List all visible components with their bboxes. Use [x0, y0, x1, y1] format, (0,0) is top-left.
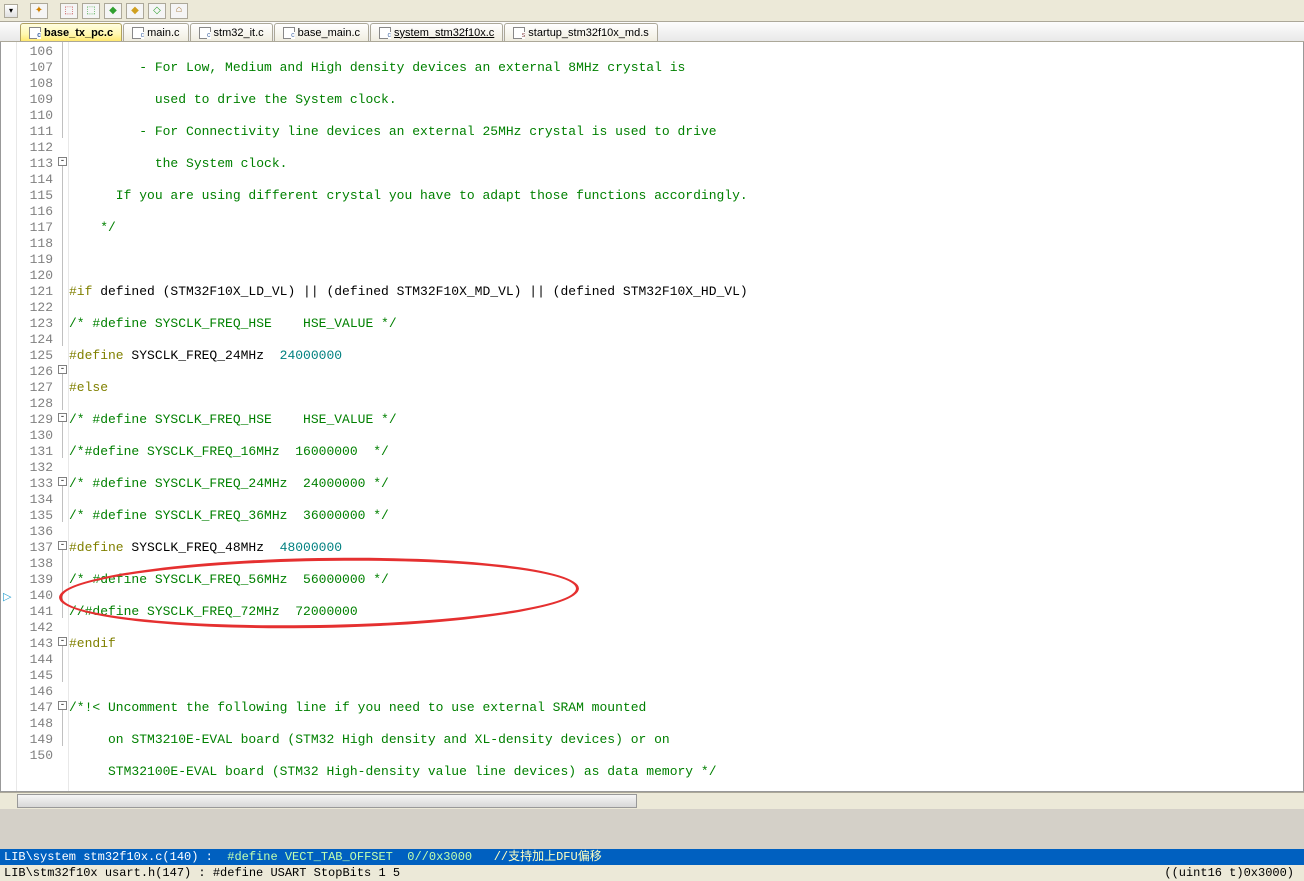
code-text [69, 668, 1303, 684]
fold-toggle[interactable]: - [58, 701, 67, 710]
fold-toggle[interactable]: - [58, 157, 67, 166]
c-file-icon [29, 27, 41, 39]
line-number-gutter: 106 107 108 109 110 111 112 113 114 115 … [17, 42, 57, 791]
code-text: - For Low, Medium and High density devic… [69, 60, 685, 75]
fold-gutter: - - - - - - - [57, 42, 69, 791]
code-text: defined (STM32F10X_LD_VL) || (defined ST… [92, 284, 747, 299]
status-path: LIB\system stm32f10x.c(140) : [4, 850, 227, 864]
code-text: #define [69, 348, 124, 363]
code-text: STM32100E-EVAL board (STM32 High-density… [69, 764, 717, 779]
home-icon[interactable]: ⌂ [170, 3, 188, 19]
tree-green-icon[interactable]: ⬚ [82, 3, 100, 19]
tab-label: base_tx_pc.c [44, 27, 113, 39]
code-text: 48000000 [280, 540, 342, 555]
code-editor[interactable]: ▷ 106 107 108 109 110 111 112 113 114 11… [0, 42, 1304, 792]
code-text: /*!< Uncomment the following line if you… [69, 700, 646, 715]
code-text: the System clock. [69, 156, 287, 171]
panel-gap [0, 809, 1304, 849]
status-right: ((uint16 t)0x3000) [1164, 865, 1294, 881]
fold-toggle[interactable]: - [58, 637, 67, 646]
tree-red-icon[interactable]: ⬚ [60, 3, 78, 19]
tab-label: base_main.c [298, 27, 360, 39]
bookmark-marker[interactable]: ▷ [3, 590, 13, 600]
code-text: on STM3210E-EVAL board (STM32 High densi… [69, 732, 670, 747]
code-text: #define [69, 540, 124, 555]
tab-label: stm32_it.c [214, 27, 264, 39]
code-text: #if [69, 284, 92, 299]
c-file-icon [379, 27, 391, 39]
code-text: 24000000 [280, 348, 342, 363]
tab-label: system_stm32f10x.c [394, 27, 494, 39]
code-text [69, 252, 1303, 268]
status-bar-1: LIB\system stm32f10x.c(140) : #define VE… [0, 849, 1304, 865]
code-text: /* #define SYSCLK_FREQ_24MHz 24000000 */ [69, 476, 389, 491]
code-text: /* #define SYSCLK_FREQ_HSE HSE_VALUE */ [69, 412, 397, 427]
code-text: /*#define SYSCLK_FREQ_16MHz 16000000 */ [69, 444, 389, 459]
code-text: /* #define SYSCLK_FREQ_56MHz 56000000 */ [69, 572, 389, 587]
top-toolbar: ▾ ✦ ⬚ ⬚ ◆ ◆ ◇ ⌂ [0, 0, 1304, 22]
next-diff-icon[interactable]: ◆ [126, 3, 144, 19]
prev-diff-icon[interactable]: ◆ [104, 3, 122, 19]
fold-toggle[interactable]: - [58, 365, 67, 374]
code-text: /* #define SYSCLK_FREQ_36MHz 36000000 */ [69, 508, 389, 523]
horizontal-scrollbar[interactable] [0, 792, 1304, 809]
file-tabs-bar: base_tx_pc.c main.c stm32_it.c base_main… [0, 22, 1304, 42]
scrollbar-thumb[interactable] [17, 794, 637, 808]
code-content[interactable]: - For Low, Medium and High density devic… [69, 42, 1303, 791]
fold-toggle[interactable]: - [58, 413, 67, 422]
dropdown-arrow[interactable]: ▾ [4, 4, 18, 18]
tab-main[interactable]: main.c [123, 23, 188, 41]
c-file-icon [283, 27, 295, 39]
code-text: */ [69, 220, 116, 235]
tab-label: main.c [147, 27, 179, 39]
code-text: #else [69, 380, 108, 395]
code-text: SYSCLK_FREQ_24MHz [124, 348, 280, 363]
tab-startup-md[interactable]: startup_stm32f10x_md.s [504, 23, 657, 41]
fold-toggle[interactable]: - [58, 477, 67, 486]
red-oval-annotation [58, 553, 579, 632]
status-bar-2: LIB\stm32f10x usart.h(147) : #define USA… [0, 865, 1304, 881]
tab-stm32-it[interactable]: stm32_it.c [190, 23, 273, 41]
code-text: SYSCLK_FREQ_48MHz [124, 540, 280, 555]
fold-toggle[interactable]: - [58, 541, 67, 550]
wand-icon[interactable]: ✦ [30, 3, 48, 19]
code-text: /* #define SYSCLK_FREQ_HSE HSE_VALUE */ [69, 316, 397, 331]
tab-base-main[interactable]: base_main.c [274, 23, 369, 41]
code-text: //#define SYSCLK_FREQ_72MHz 72000000 [69, 604, 358, 619]
code-text: used to drive the System clock. [69, 92, 397, 107]
code-text: - For Connectivity line devices an exter… [69, 124, 717, 139]
c-file-icon [199, 27, 211, 39]
marker-gutter: ▷ [1, 42, 17, 791]
status-comment: //支持加上DFU偏移 [494, 850, 602, 864]
tab-label: startup_stm32f10x_md.s [528, 27, 648, 39]
c-file-icon [132, 27, 144, 39]
status-code: #define VECT_TAB_OFFSET 0//0x3000 [227, 850, 493, 864]
code-text: #endif [69, 636, 116, 651]
tab-system-stm32f10x[interactable]: system_stm32f10x.c [370, 23, 503, 41]
code-text: If you are using different crystal you h… [69, 188, 748, 203]
diff-icon[interactable]: ◇ [148, 3, 166, 19]
s-file-icon [513, 27, 525, 39]
status-left: LIB\stm32f10x usart.h(147) : #define USA… [4, 865, 400, 881]
tab-base-tx-pc[interactable]: base_tx_pc.c [20, 23, 122, 41]
